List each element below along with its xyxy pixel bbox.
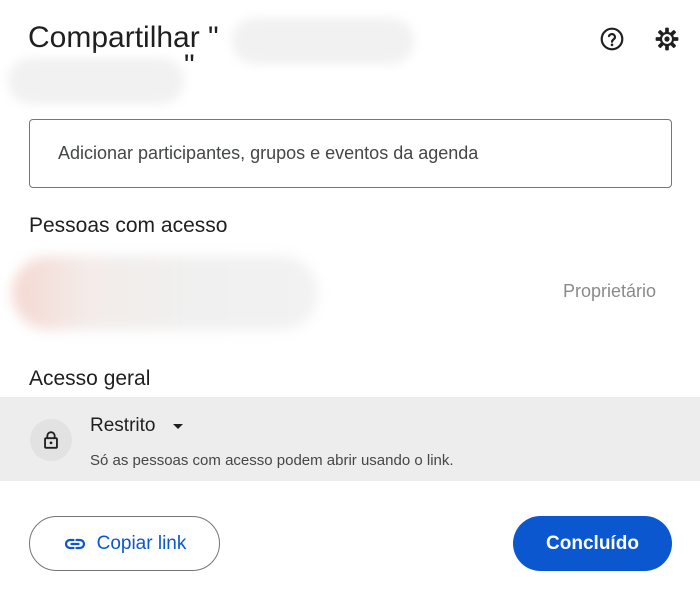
settings-button[interactable] [651,23,683,55]
help-button[interactable] [596,23,628,55]
share-dialog: Compartilhar " " Pess [0,0,700,593]
general-access-panel: Restrito Só as pessoas com acesso podem … [0,397,700,481]
general-access-heading: Acesso geral [29,367,151,390]
owner-role-label: Proprietário [562,281,656,301]
access-level-description: Só as pessoas com acesso podem abrir usa… [90,452,454,469]
access-level-dropdown[interactable]: Restrito [90,415,184,437]
dialog-title-line2: " [184,49,195,82]
people-with-access-heading: Pessoas com acesso [29,214,228,237]
person-row-owner: Proprietário [0,248,700,338]
done-button[interactable]: Concluído [513,516,672,571]
lock-badge [30,419,72,461]
access-level-value: Restrito [90,415,156,436]
add-people-input[interactable] [29,119,672,188]
copy-link-label: Copiar link [96,532,187,554]
link-icon [64,538,85,549]
done-label: Concluído [546,532,639,554]
redacted-filename-part1 [232,18,414,64]
gear-icon [655,27,679,51]
redacted-filename-part2 [8,58,184,104]
redacted-owner-identity [12,256,318,330]
caret-down-icon [173,423,184,429]
lock-icon [44,431,58,449]
copy-link-button[interactable]: Copiar link [29,516,220,571]
help-icon [600,27,624,51]
